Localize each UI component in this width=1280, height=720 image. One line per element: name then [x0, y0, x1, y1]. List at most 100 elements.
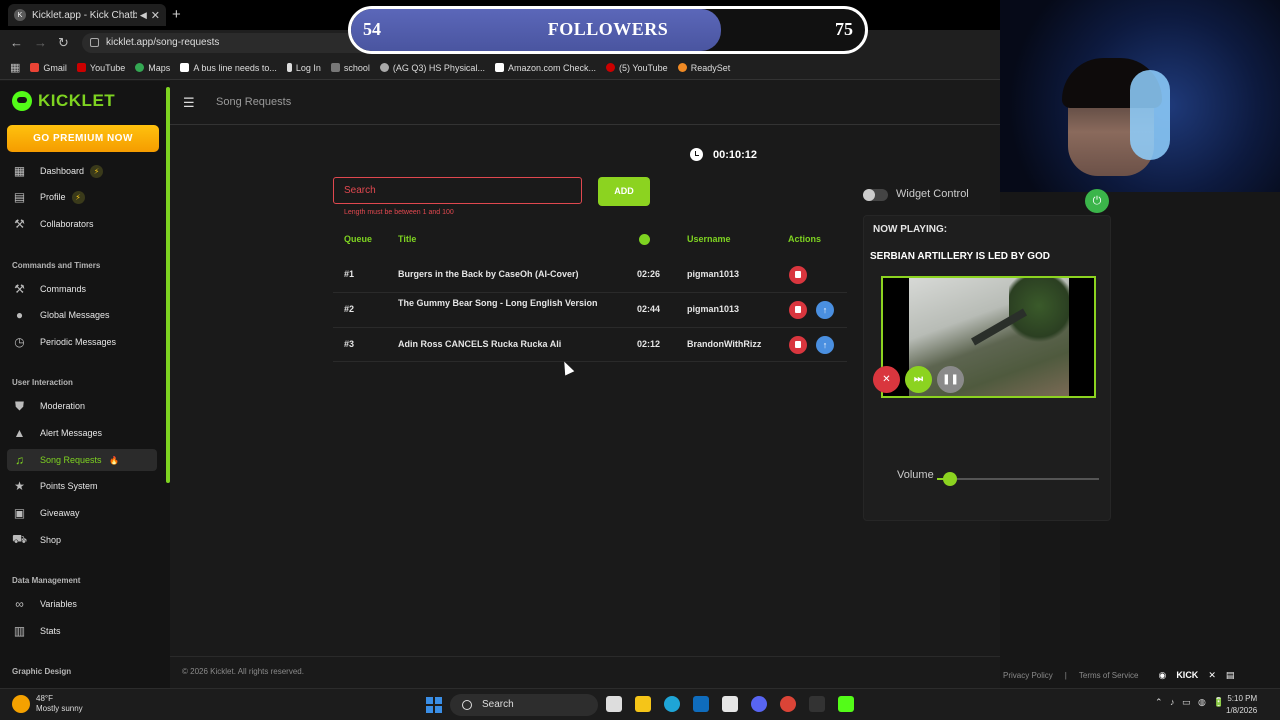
clock-date: 1/8/2026	[1226, 706, 1258, 715]
followers-label: FOLLOWERS	[547, 19, 669, 39]
url-text: kicklet.app/song-requests	[106, 37, 220, 48]
bookmark-school[interactable]: school	[330, 62, 370, 73]
new-tab-button[interactable]: +	[172, 6, 181, 23]
weather-widget[interactable]: 48°F Mostly sunny	[12, 694, 83, 714]
obs-icon[interactable]	[809, 696, 825, 712]
sidebar-item-label: Points System	[40, 481, 98, 491]
move-up-button[interactable]: ↑	[816, 336, 834, 354]
song-username: pigman1013	[687, 269, 740, 279]
taskbar-clock[interactable]: 5:10 PM 1/8/2026	[1226, 693, 1257, 717]
taskbar-search[interactable]: Search	[450, 694, 598, 716]
document-icon[interactable]: ▤	[1226, 670, 1235, 681]
next-button[interactable]: ⏭	[905, 366, 932, 393]
sidebar-item-shop[interactable]: ⛟ Shop	[7, 529, 157, 551]
weather-desc: Mostly sunny	[36, 704, 83, 713]
sidebar-item-stats[interactable]: ▥ Stats	[7, 620, 157, 642]
brand-logo[interactable]: KICKLET	[12, 91, 115, 111]
x-icon[interactable]: ✕	[1208, 670, 1216, 681]
duration-clock-icon	[639, 234, 650, 245]
system-tray[interactable]: ⌃ ♪ ▭ ◍ 🔋	[1155, 697, 1225, 708]
sidebar-item-points-system[interactable]: ★ Points System	[7, 475, 157, 497]
sidebar-item-song-requests[interactable]: ♫ Song Requests 🔥	[7, 449, 157, 471]
sidebar-item-alert-messages[interactable]: ▲ Alert Messages	[7, 422, 157, 444]
delete-song-button[interactable]	[789, 336, 807, 354]
sidebar-item-global-messages[interactable]: ● Global Messages	[7, 304, 157, 326]
discord-taskbar-icon[interactable]	[751, 696, 767, 712]
kick-link[interactable]: KICK	[1176, 670, 1198, 680]
skip-close-button[interactable]: ✕	[873, 366, 900, 393]
site-info-icon[interactable]	[90, 38, 99, 47]
bookmark-readyset[interactable]: ReadySet	[677, 62, 731, 73]
sidebar-item-giveaway[interactable]: ▣ Giveaway	[7, 502, 157, 524]
sidebar-item-label: Collaborators	[40, 219, 94, 229]
edge-icon[interactable]	[664, 696, 680, 712]
song-title: The Gummy Bear Song - Long English Versi…	[398, 298, 598, 308]
bookmark-youtube-flag[interactable]: YouTube	[76, 63, 125, 73]
clock-icon: ◷	[14, 335, 25, 349]
bookmark-label: Amazon.com Check...	[507, 62, 596, 73]
tab-close-icon[interactable]: ✕	[151, 9, 160, 22]
volume-slider[interactable]	[937, 472, 1099, 486]
add-button[interactable]: ADD	[598, 177, 650, 206]
delete-song-button[interactable]	[789, 266, 807, 284]
bookmark-physical[interactable]: (AG Q3) HS Physical...	[379, 63, 485, 73]
move-up-button[interactable]: ↑	[816, 301, 834, 319]
task-view-icon[interactable]	[606, 696, 622, 712]
browser-tab[interactable]: K Kicklet.app - Kick Chatbot a ◀ ✕	[8, 4, 166, 26]
volume-label: Volume	[897, 469, 934, 481]
bookmark-label: ReadySet	[690, 62, 731, 73]
sidebar: KICKLET GO PREMIUM NOW ▦ Dashboard ⚡ ▤ P…	[0, 81, 170, 688]
footer: © 2026 Kicklet. All rights reserved.	[170, 656, 1000, 688]
volume-knob[interactable]	[942, 472, 957, 486]
discord-icon[interactable]: ◉	[1158, 670, 1166, 681]
now-playing-label: NOW PLAYING:	[873, 224, 948, 235]
pause-button[interactable]: ❚❚	[937, 366, 964, 393]
bookmark-maps[interactable]: Maps	[135, 63, 170, 73]
outlook-icon[interactable]	[693, 696, 709, 712]
timer-value: 00:10:12	[713, 148, 758, 161]
widget-control-toggle[interactable]	[863, 189, 888, 201]
forward-arrow-icon[interactable]: →	[34, 35, 47, 50]
privacy-policy-link[interactable]: Privacy Policy	[1003, 671, 1053, 680]
go-premium-button[interactable]: GO PREMIUM NOW	[7, 125, 159, 152]
back-arrow-icon[interactable]: ←	[10, 35, 23, 50]
bookmark-youtube[interactable]: (5) YouTube	[605, 63, 668, 73]
song-username: BrandonWithRizz	[687, 339, 762, 349]
power-button[interactable]: ⏻	[1085, 189, 1109, 213]
terms-link[interactable]: Terms of Service	[1079, 671, 1139, 680]
bookmarks-bar: ▦ Gmail YouTube Maps A bus line needs to…	[0, 56, 1000, 80]
tab-audio-icon[interactable]: ◀	[140, 10, 147, 21]
sidebar-item-dashboard[interactable]: ▦ Dashboard ⚡	[7, 160, 157, 182]
store-icon[interactable]	[722, 696, 738, 712]
apps-grid-icon[interactable]: ▦	[10, 61, 20, 74]
start-button[interactable]	[426, 697, 442, 713]
bookmark-log-in[interactable]: Log In	[286, 63, 321, 73]
sidebar-item-periodic-messages[interactable]: ◷ Periodic Messages	[7, 331, 157, 353]
sidebar-item-collaborators[interactable]: ⚒ Collaborators	[7, 213, 157, 235]
queue-number: #3	[344, 339, 355, 349]
queue-number: #1	[344, 269, 355, 279]
bookmark-amazon[interactable]: Amazon.com Check...	[494, 62, 596, 73]
bookmark-label: school	[343, 62, 370, 73]
menu-toggle-icon[interactable]: ☰	[183, 95, 195, 111]
file-explorer-icon[interactable]	[635, 696, 651, 712]
reload-icon[interactable]: ↻	[58, 35, 69, 51]
now-playing-title: SERBIAN ARTILLERY IS LED BY GOD	[870, 251, 1051, 262]
sidebar-item-commands[interactable]: ⚒ Commands	[7, 278, 157, 300]
sidebar-item-moderation[interactable]: ⛊ Moderation	[7, 395, 157, 417]
now-playing-panel: NOW PLAYING: SERBIAN ARTILLERY IS LED BY…	[863, 215, 1111, 521]
gift-icon: ▣	[13, 506, 26, 520]
copyright: © 2026 Kicklet. All rights reserved.	[182, 667, 304, 676]
bookmark-gmail[interactable]: Gmail	[30, 63, 67, 73]
bookmark-bus-line[interactable]: A bus line needs to...	[180, 63, 277, 73]
sidebar-item-profile[interactable]: ▤ Profile ⚡	[7, 186, 157, 208]
search-input[interactable]: Search	[333, 177, 582, 204]
sidebar-item-variables[interactable]: ∞ Variables	[7, 593, 157, 615]
chat-bubble-icon: ●	[15, 308, 24, 322]
delete-song-button[interactable]	[789, 301, 807, 319]
collaborators-icon: ⚒	[14, 217, 25, 231]
kick-app-icon[interactable]	[838, 696, 854, 712]
tab-title: Kicklet.app - Kick Chatbot a	[32, 9, 137, 21]
sidebar-item-label: Moderation	[40, 401, 86, 411]
chrome-icon[interactable]	[780, 696, 796, 712]
